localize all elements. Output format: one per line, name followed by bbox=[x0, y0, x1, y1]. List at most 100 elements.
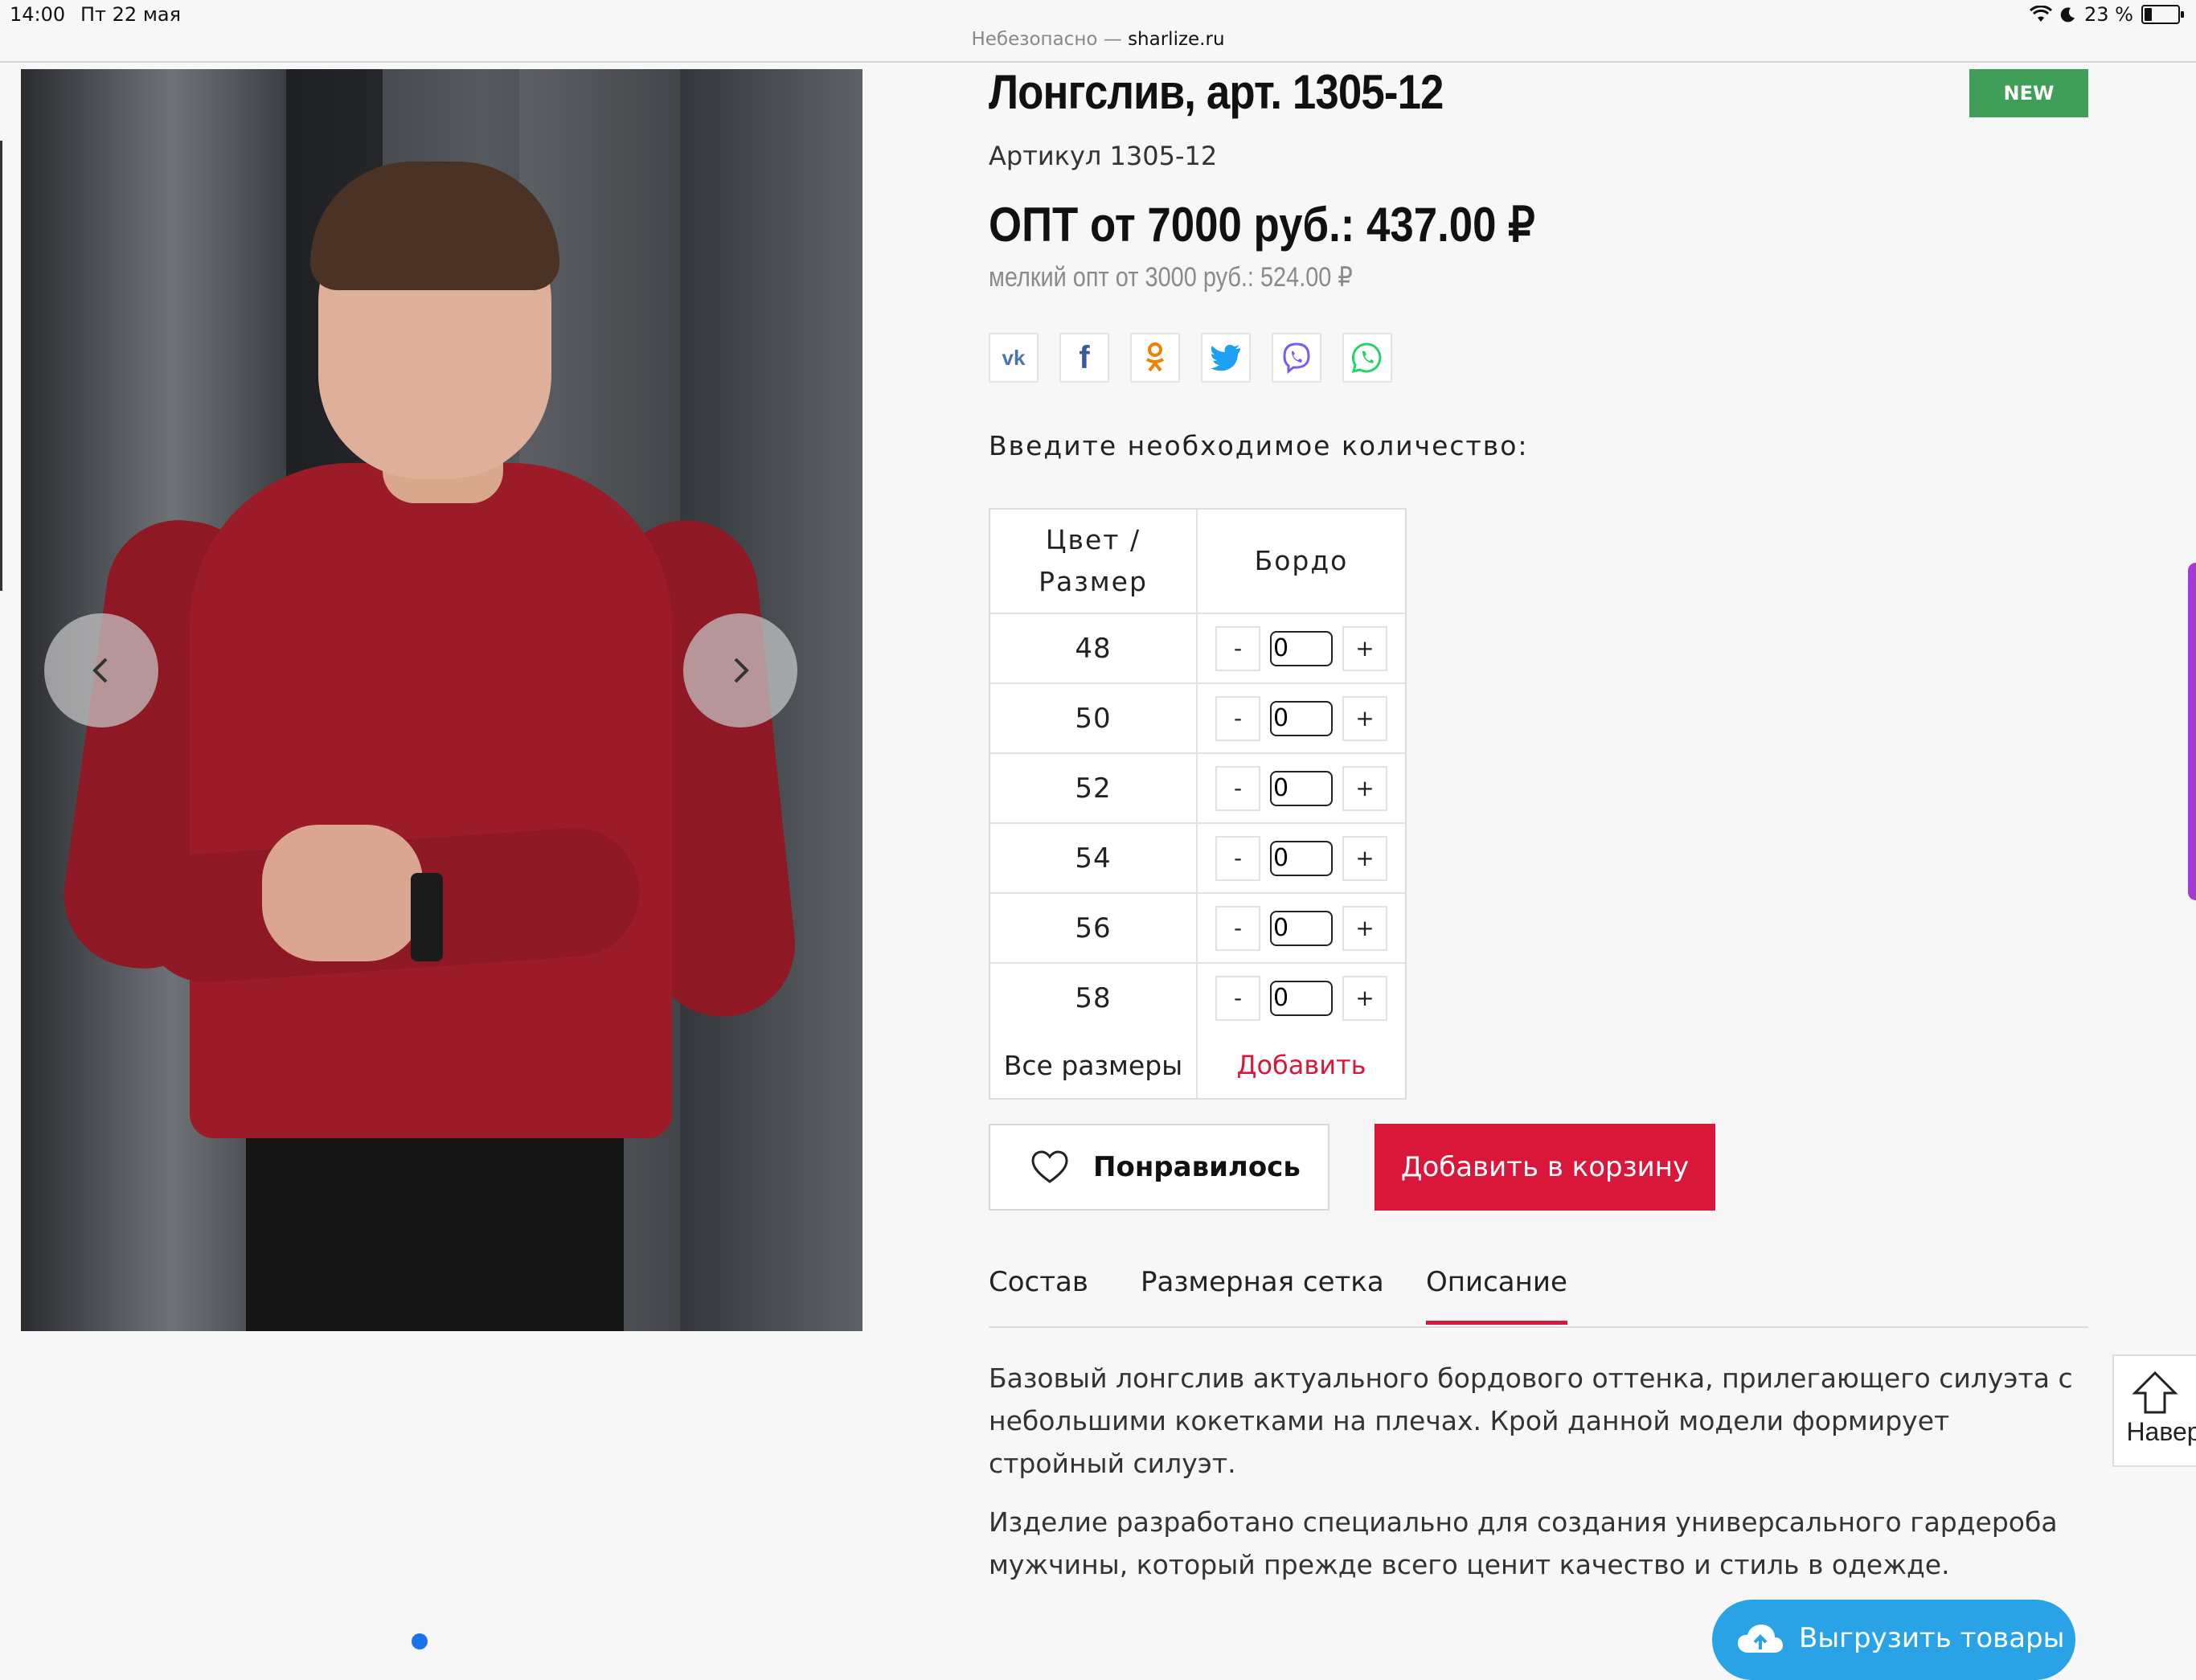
tab-description[interactable]: Описание bbox=[1426, 1266, 1567, 1325]
size-label: 54 bbox=[990, 824, 1198, 892]
side-widget-tab[interactable] bbox=[2188, 563, 2196, 900]
quantity-input[interactable] bbox=[1270, 770, 1333, 806]
arrow-up-icon bbox=[2132, 1371, 2178, 1414]
color-size-header: Цвет / Размер bbox=[990, 510, 1198, 613]
size-row: 54-+ bbox=[990, 824, 1405, 894]
odnoklassniki-share-button[interactable] bbox=[1130, 333, 1180, 383]
export-products-label: Выгрузить товары bbox=[1799, 1622, 2065, 1654]
size-row: 48-+ bbox=[990, 614, 1405, 684]
size-row: 50-+ bbox=[990, 684, 1405, 754]
increment-button[interactable]: + bbox=[1342, 625, 1387, 671]
vk-icon: vk bbox=[1002, 345, 1026, 370]
quantity-stepper: -+ bbox=[1215, 625, 1387, 671]
increment-button[interactable]: + bbox=[1342, 835, 1387, 881]
quantity-table-header: Цвет / Размер Бордо bbox=[990, 510, 1405, 614]
gallery-prev-button[interactable] bbox=[44, 613, 158, 727]
size-label: 56 bbox=[990, 894, 1198, 962]
twitter-icon bbox=[1211, 344, 1240, 371]
new-badge: NEW bbox=[1969, 69, 2088, 117]
size-label: 48 bbox=[990, 614, 1198, 682]
left-scroll-edge bbox=[0, 141, 2, 591]
gallery-next-button[interactable] bbox=[683, 613, 797, 727]
quantity-input[interactable] bbox=[1270, 840, 1333, 876]
decrement-button[interactable]: - bbox=[1215, 835, 1260, 881]
whatsapp-share-button[interactable] bbox=[1342, 333, 1392, 383]
url-domain: sharlize.ru bbox=[1128, 29, 1225, 50]
facebook-icon: f bbox=[1079, 339, 1090, 375]
product-sku: Артикул 1305-12 bbox=[989, 141, 1218, 171]
facebook-share-button[interactable]: f bbox=[1059, 333, 1109, 383]
size-label: 58 bbox=[990, 964, 1198, 1032]
product-title: Лонгслив, арт. 1305-12 bbox=[989, 65, 1444, 119]
wholesale-price: ОПТ от 7000 руб.: 437.00 ₽ bbox=[989, 198, 1535, 252]
small-wholesale-price: мелкий опт от 3000 руб.: 524.00 ₽ bbox=[989, 262, 1353, 293]
decrement-button[interactable]: - bbox=[1215, 975, 1260, 1021]
address-bar-divider bbox=[0, 61, 2196, 63]
quantity-stepper: -+ bbox=[1215, 765, 1387, 811]
size-label: 52 bbox=[990, 754, 1198, 822]
photo-watch bbox=[411, 873, 443, 961]
quantity-stepper: -+ bbox=[1215, 835, 1387, 881]
address-bar[interactable]: Небезопасно — sharlize.ru bbox=[0, 29, 2196, 61]
scroll-to-top-button[interactable]: Навер bbox=[2112, 1354, 2196, 1467]
photo-hand bbox=[262, 825, 423, 961]
size-row: 52-+ bbox=[990, 754, 1405, 824]
increment-button[interactable]: + bbox=[1342, 765, 1387, 811]
decrement-button[interactable]: - bbox=[1215, 905, 1260, 951]
product-description: Базовый лонгслив актуального бордового о… bbox=[989, 1357, 2074, 1602]
battery-percent: 23 % bbox=[2084, 3, 2133, 26]
all-sizes-label: Все размеры bbox=[990, 1032, 1198, 1098]
increment-button[interactable]: + bbox=[1342, 905, 1387, 951]
whatsapp-icon bbox=[1351, 342, 1382, 374]
decrement-button[interactable]: - bbox=[1215, 695, 1260, 741]
status-time: 14:00 bbox=[10, 3, 66, 26]
color-header: Бордо bbox=[1254, 545, 1349, 576]
quantity-heading: Введите необходимое количество: bbox=[989, 430, 1529, 461]
wifi-icon bbox=[2030, 6, 2053, 22]
quantity-stepper: -+ bbox=[1215, 905, 1387, 951]
odnoklassniki-icon bbox=[1145, 342, 1165, 372]
quantity-input[interactable] bbox=[1270, 910, 1333, 946]
chevron-left-icon bbox=[92, 658, 108, 683]
size-row: 56-+ bbox=[990, 894, 1405, 964]
size-label: 50 bbox=[990, 684, 1198, 752]
increment-button[interactable]: + bbox=[1342, 975, 1387, 1021]
status-indicators: 23 % bbox=[2030, 3, 2184, 26]
chevron-right-icon bbox=[734, 658, 749, 683]
tab-composition[interactable]: Состав bbox=[989, 1266, 1088, 1325]
moon-icon bbox=[2060, 7, 2075, 23]
battery-icon bbox=[2141, 5, 2184, 24]
favorite-label: Понравилось bbox=[1093, 1151, 1301, 1183]
twitter-share-button[interactable] bbox=[1201, 333, 1251, 383]
size-row: 58-+ bbox=[990, 964, 1405, 1032]
viber-share-button[interactable] bbox=[1272, 333, 1321, 383]
status-date: Пт 22 мая bbox=[80, 3, 182, 26]
battery-level bbox=[2145, 8, 2152, 21]
security-label: Небезопасно — bbox=[971, 29, 1129, 50]
quantity-input[interactable] bbox=[1270, 630, 1333, 666]
vk-share-button[interactable]: vk bbox=[989, 333, 1039, 383]
cloud-upload-icon bbox=[1738, 1625, 1783, 1653]
decrement-button[interactable]: - bbox=[1215, 625, 1260, 671]
add-to-cart-button[interactable]: Добавить в корзину bbox=[1375, 1124, 1715, 1211]
quantity-stepper: -+ bbox=[1215, 695, 1387, 741]
tab-size-chart[interactable]: Размерная сетка bbox=[1141, 1266, 1384, 1325]
heart-icon bbox=[1031, 1150, 1068, 1183]
photo-shirt bbox=[190, 463, 672, 1138]
status-bar: 14:00 Пт 22 мая 23 % bbox=[0, 0, 2196, 32]
quantity-stepper: -+ bbox=[1215, 975, 1387, 1021]
viber-icon bbox=[1283, 342, 1310, 374]
quantity-input[interactable] bbox=[1270, 980, 1333, 1016]
export-products-button[interactable]: Выгрузить товары bbox=[1712, 1600, 2075, 1680]
description-paragraph: Изделие разработано специально для созда… bbox=[989, 1506, 2058, 1580]
scroll-to-top-label: Навер bbox=[2126, 1417, 2196, 1446]
increment-button[interactable]: + bbox=[1342, 695, 1387, 741]
decrement-button[interactable]: - bbox=[1215, 765, 1260, 811]
add-all-sizes-link[interactable]: Добавить bbox=[1236, 1050, 1366, 1080]
social-share: vk f bbox=[989, 333, 1392, 383]
product-tabs: Состав Размерная сетка Описание bbox=[989, 1266, 2088, 1328]
favorite-button[interactable]: Понравилось bbox=[989, 1124, 1329, 1211]
quantity-input[interactable] bbox=[1270, 700, 1333, 736]
photo-pants bbox=[246, 1106, 624, 1331]
quantity-table: Цвет / Размер Бордо 48-+50-+52-+54-+56-+… bbox=[989, 508, 1407, 1100]
